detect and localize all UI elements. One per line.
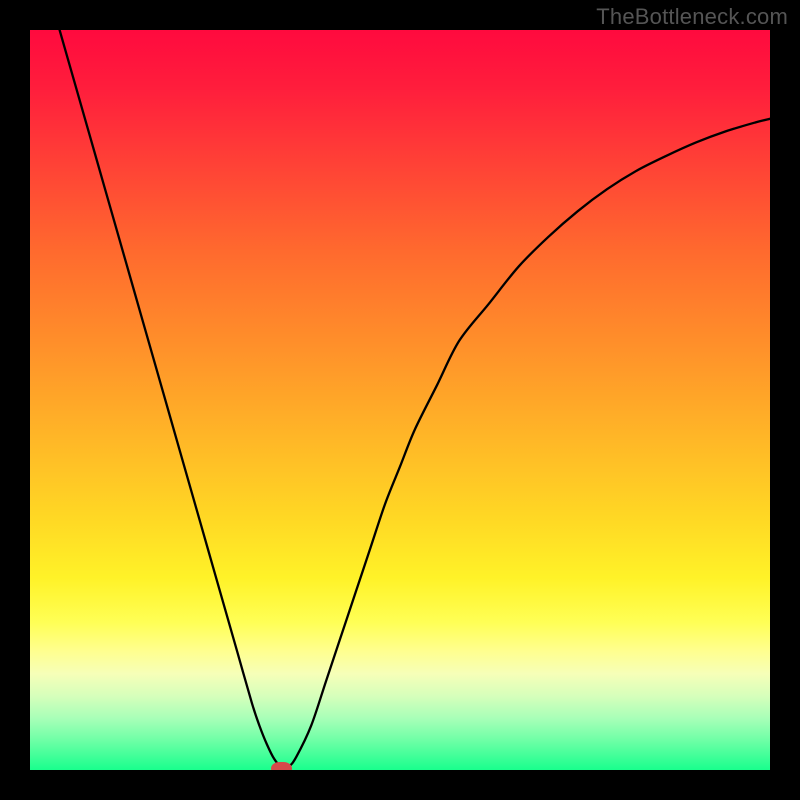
plot-area <box>30 30 770 770</box>
watermark-text: TheBottleneck.com <box>596 4 788 30</box>
chart-svg <box>30 30 770 770</box>
chart-frame: TheBottleneck.com <box>0 0 800 800</box>
gradient-background <box>30 30 770 770</box>
optimal-point-marker <box>271 762 292 770</box>
